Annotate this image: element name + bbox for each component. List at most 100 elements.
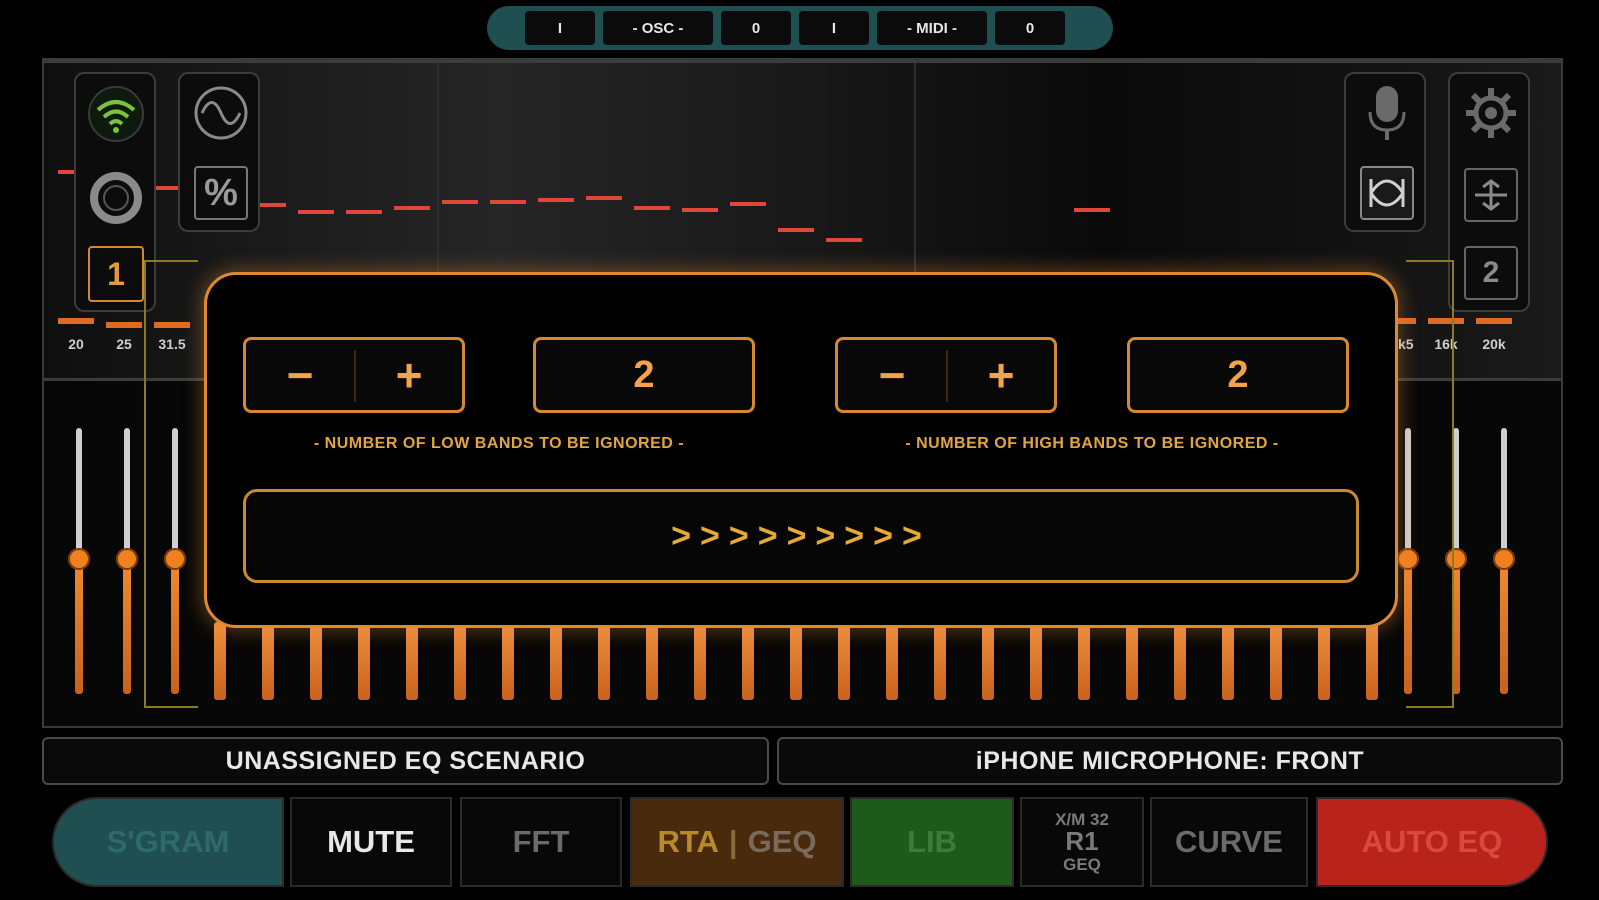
- geq-band-bar[interactable]: [1078, 622, 1090, 700]
- rta-peak: [778, 228, 814, 232]
- wifi-icon[interactable]: [86, 84, 146, 144]
- geq-band-bar[interactable]: [550, 622, 562, 700]
- tab-sgram[interactable]: S'GRAM: [52, 797, 284, 887]
- geq-band-bar[interactable]: [982, 622, 994, 700]
- tab-lib[interactable]: LIB: [850, 797, 1014, 887]
- geq-slider-fill: [75, 558, 83, 694]
- tab-rta-geq[interactable]: RTA | GEQ: [630, 797, 844, 887]
- tab-xm32-bot: GEQ: [1063, 854, 1101, 874]
- preset-2-button[interactable]: 2: [1464, 246, 1518, 300]
- tab-auto-eq[interactable]: AUTO EQ: [1316, 797, 1548, 887]
- ignore-bands-dialog: − + 2 - NUMBER OF LOW BANDS TO BE IGNORE…: [204, 272, 1398, 628]
- left-tool-column-2: %: [178, 72, 260, 232]
- right-tool-column: [1344, 72, 1426, 232]
- band-bracket-left: [144, 260, 198, 708]
- geq-band-bar[interactable]: [790, 622, 802, 700]
- curve-shape-icon[interactable]: [1360, 166, 1414, 220]
- tab-xm32-mid: R1: [1065, 826, 1099, 857]
- low-bands-plus-button[interactable]: +: [356, 340, 462, 410]
- lifebuoy-icon[interactable]: [88, 170, 144, 226]
- geq-slider-track[interactable]: [124, 428, 130, 558]
- geq-band-bar[interactable]: [1318, 622, 1330, 700]
- geq-band-bar[interactable]: [1222, 622, 1234, 700]
- low-bands-caption: - NUMBER OF LOW BANDS TO BE IGNORED -: [313, 435, 685, 452]
- geq-slider-track[interactable]: [1501, 428, 1507, 558]
- rta-peak: [394, 206, 430, 210]
- rta-peak: [538, 198, 574, 202]
- rta-peak: [298, 210, 334, 214]
- rta-peak: [826, 238, 862, 242]
- geq-band-bar[interactable]: [1270, 622, 1282, 700]
- freq-label: 20: [68, 336, 84, 352]
- geq-slider-track[interactable]: [76, 428, 82, 558]
- tab-xm32-r1-geq[interactable]: X/M 32 R1 GEQ: [1020, 797, 1144, 887]
- high-bands-minus-button[interactable]: −: [838, 340, 946, 410]
- level-bar: [106, 322, 142, 328]
- geq-band-bar[interactable]: [886, 622, 898, 700]
- microphone-status[interactable]: iPHONE MICROPHONE: FRONT: [777, 737, 1563, 785]
- rta-peak: [1074, 208, 1110, 212]
- midi-label[interactable]: - MIDI -: [877, 11, 987, 45]
- tab-mute[interactable]: MUTE: [290, 797, 452, 887]
- geq-band-bar[interactable]: [454, 622, 466, 700]
- low-bands-minus-button[interactable]: −: [246, 340, 354, 410]
- gear-icon[interactable]: [1464, 86, 1518, 140]
- geq-slider-knob[interactable]: [1493, 548, 1515, 570]
- eq-scenario-status[interactable]: UNASSIGNED EQ SCENARIO: [42, 737, 769, 785]
- tab-fft[interactable]: FFT: [460, 797, 622, 887]
- geq-band-bar[interactable]: [742, 622, 754, 700]
- freq-label: 20k: [1482, 336, 1506, 352]
- midi-count[interactable]: 0: [995, 11, 1065, 45]
- geq-slider-fill: [1500, 558, 1508, 694]
- geq-band-bar[interactable]: [934, 622, 946, 700]
- low-bands-stepper: − +: [243, 337, 465, 413]
- tab-curve[interactable]: CURVE: [1150, 797, 1308, 887]
- level-bar: [1476, 318, 1512, 324]
- percent-icon[interactable]: %: [194, 166, 248, 220]
- geq-band-bar[interactable]: [310, 622, 322, 700]
- microphone-icon[interactable]: [1364, 82, 1410, 144]
- rta-peak: [442, 200, 478, 204]
- geq-slider-fill: [123, 558, 131, 694]
- osc-in-indicator[interactable]: I: [525, 11, 595, 45]
- tab-geq-label: GEQ: [747, 824, 817, 859]
- band-bracket-right: [1406, 260, 1454, 708]
- low-bands-value[interactable]: 2: [533, 337, 755, 413]
- osc-midi-bar: I - OSC - 0 I - MIDI - 0: [487, 6, 1113, 50]
- high-bands-plus-button[interactable]: +: [948, 340, 1054, 410]
- high-bands-stepper: − +: [835, 337, 1057, 413]
- osc-count[interactable]: 0: [721, 11, 791, 45]
- high-bands-value[interactable]: 2: [1127, 337, 1349, 413]
- geq-band-bar[interactable]: [262, 622, 274, 700]
- geq-band-bar[interactable]: [838, 622, 850, 700]
- level-bar: [58, 318, 94, 324]
- geq-band-bar[interactable]: [1030, 622, 1042, 700]
- geq-band-bar[interactable]: [1366, 622, 1378, 700]
- geq-slider-knob[interactable]: [68, 548, 90, 570]
- geq-slider-knob[interactable]: [116, 548, 138, 570]
- geq-band-bar[interactable]: [406, 622, 418, 700]
- tab-rta-label: RTA: [657, 824, 719, 859]
- midi-in-indicator[interactable]: I: [799, 11, 869, 45]
- osc-label[interactable]: - OSC -: [603, 11, 713, 45]
- rta-peak: [586, 196, 622, 200]
- rta-peak: [634, 206, 670, 210]
- geq-band-bar[interactable]: [214, 622, 226, 700]
- geq-band-bar[interactable]: [1174, 622, 1186, 700]
- geq-band-bar[interactable]: [358, 622, 370, 700]
- preset-1-button[interactable]: 1: [88, 246, 144, 302]
- high-bands-caption: - NUMBER OF HIGH BANDS TO BE IGNORED -: [905, 435, 1279, 452]
- geq-band-bar[interactable]: [598, 622, 610, 700]
- rta-peak: [346, 210, 382, 214]
- flip-icon[interactable]: [1464, 168, 1518, 222]
- rta-peak: [682, 208, 718, 212]
- grid-line: [44, 60, 1561, 63]
- sine-wave-icon[interactable]: [192, 84, 250, 142]
- proceed-button[interactable]: >>>>>>>>>: [243, 489, 1359, 583]
- rta-peak: [730, 202, 766, 206]
- geq-band-bar[interactable]: [1126, 622, 1138, 700]
- geq-band-bar[interactable]: [646, 622, 658, 700]
- geq-band-bar[interactable]: [502, 622, 514, 700]
- geq-band-bar[interactable]: [694, 622, 706, 700]
- freq-label: 25: [116, 336, 132, 352]
